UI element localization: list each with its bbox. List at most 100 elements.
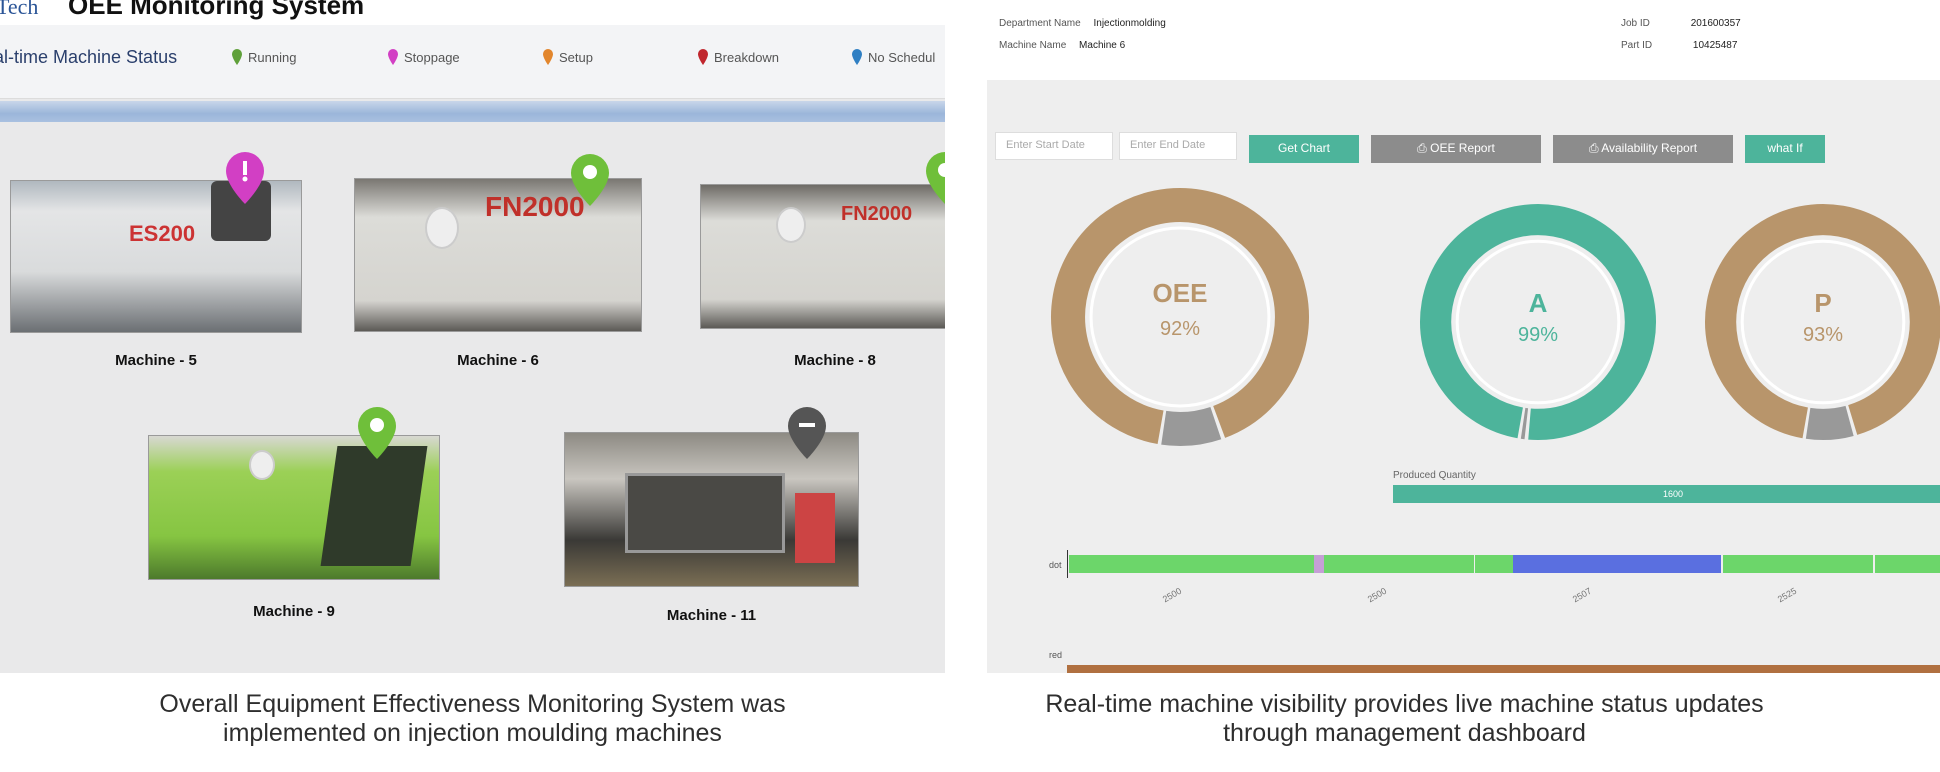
part-value: 10425487: [1692, 40, 1738, 51]
secondary-timeline-bar: [1067, 665, 1940, 673]
oee-donut-ring: [1050, 187, 1310, 447]
oee-monitoring-screen: Tech OEE Monitoring System al-time Machi…: [0, 0, 945, 673]
stoppage-status-pin-icon: [226, 152, 264, 204]
legend-running: Running: [232, 49, 296, 65]
timeline-segment-stoppage: [1314, 555, 1324, 573]
management-dashboard: Department Name Injectionmolding Machine…: [987, 0, 1940, 673]
right-caption-line2: through management dashboard: [1223, 719, 1586, 747]
machine-info: Machine Name Machine 6: [999, 40, 1125, 51]
machine-name-value: Machine 6: [1079, 40, 1126, 51]
machine-gauge: [425, 207, 459, 249]
oee-report-label: OEE Report: [1430, 141, 1495, 155]
start-date-input[interactable]: Enter Start Date: [995, 132, 1113, 160]
timeline-tick-label: 2500: [1365, 585, 1389, 605]
get-chart-button[interactable]: Get Chart: [1249, 135, 1359, 163]
machine-label: Machine - 5: [115, 352, 197, 369]
machine-gauge: [249, 450, 275, 480]
donut-inner-ring: [1740, 239, 1906, 405]
machine-label: Machine - 6: [457, 352, 539, 369]
no-schedule-status-pin-icon: [788, 407, 826, 459]
job-value: 201600357: [1690, 18, 1741, 29]
header-divider-band: [0, 101, 945, 122]
machine-label: Machine - 11: [666, 607, 757, 624]
produced-quantity-label: Produced Quantity: [1393, 470, 1476, 481]
timeline-segment-running: [1069, 555, 1314, 573]
availability-report-button[interactable]: ⎙ Availability Report: [1553, 135, 1733, 163]
left-caption: Overall Equipment Effectiveness Monitori…: [100, 690, 845, 748]
running-status-pin-icon: [571, 154, 609, 206]
machine-brand: ES200: [129, 221, 196, 246]
print-icon: ⎙: [1588, 141, 1602, 155]
produced-quantity-bar: 1600: [1393, 485, 1940, 503]
right-caption-line1: Real-time machine visibility provides li…: [1045, 690, 1764, 718]
department-value: Injectionmolding: [1093, 18, 1166, 29]
running-pin-icon: [232, 49, 242, 65]
app-header: Tech OEE Monitoring System: [0, 0, 945, 25]
timeline-tick-label: 2507: [1570, 585, 1594, 605]
donut-value: 92%: [1159, 318, 1201, 340]
availability-donut: A 99%: [1418, 202, 1658, 442]
company-logo: Tech: [0, 0, 39, 19]
left-caption-line1: Overall Equipment Effectiveness Monitori…: [159, 690, 786, 718]
machine-label: Machine - 9: [253, 603, 335, 620]
donut-value-arc: [1419, 203, 1657, 441]
timeline-bottom-label: red: [1049, 650, 1063, 660]
timeline-row-label: dot: [1049, 560, 1062, 570]
composite-screenshot: Tech OEE Monitoring System al-time Machi…: [0, 0, 1940, 772]
donut-value-arc: [1050, 187, 1310, 447]
timeline-segment-running: [1875, 555, 1940, 573]
donut-label: OEE: [1152, 278, 1208, 308]
performance-donut: P 93%: [1703, 202, 1940, 442]
legend-stoppage: Stoppage: [388, 49, 460, 65]
donut-value: 99%: [1517, 324, 1559, 346]
right-caption: Real-time machine visibility provides li…: [987, 690, 1822, 748]
legend-label: Breakdown: [714, 49, 780, 65]
status-label: al-time Machine Status: [0, 47, 178, 67]
donut-inner-ring: [1089, 226, 1271, 408]
timeline-tick-label: 2525: [1775, 585, 1799, 605]
donut-value: 93%: [1802, 324, 1844, 346]
department-info: Department Name Injectionmolding: [999, 18, 1166, 29]
machine-door: [320, 446, 428, 566]
oee-report-button[interactable]: ⎙ OEE Report: [1371, 135, 1541, 163]
availability-donut-ring: [1419, 203, 1657, 441]
status-bar: al-time Machine Status Running Stoppage …: [0, 25, 945, 99]
legend-setup: Setup: [543, 49, 593, 65]
availability-report-label: Availability Report: [1601, 141, 1698, 155]
timeline-segment-running: [1475, 555, 1513, 573]
print-icon: ⎙: [1417, 141, 1431, 155]
no-schedule-pin-icon: [852, 49, 862, 65]
machine-mold: [625, 473, 785, 553]
part-label: Part ID: [1621, 40, 1653, 51]
timeline-segment-running: [1723, 555, 1873, 573]
machine-name-label: Machine Name: [999, 40, 1067, 51]
stoppage-pin-icon: [388, 49, 398, 65]
job-info: Job ID 201600357: [1621, 18, 1741, 29]
legend-label: Stoppage: [404, 49, 460, 65]
timeline-tick-label: 2500: [1160, 585, 1184, 605]
left-caption-line2: implemented on injection moulding machin…: [223, 719, 722, 747]
machine-brand: FN2000: [841, 203, 913, 225]
donut-label: A: [1528, 288, 1548, 318]
legend-breakdown: Breakdown: [698, 49, 779, 65]
running-status-pin-icon: [358, 407, 396, 459]
job-label: Job ID: [1621, 18, 1650, 29]
status-timeline[interactable]: [1067, 550, 1940, 580]
machine-gauge: [776, 207, 806, 243]
timeline-axis: [1067, 550, 1068, 578]
machine-label: Machine - 8: [794, 352, 876, 369]
legend-no-schedule: No Schedul: [852, 49, 935, 65]
page-title: OEE Monitoring System: [68, 0, 365, 20]
job-info-header: Department Name Injectionmolding Machine…: [987, 0, 1940, 80]
donut-inner-ring: [1455, 239, 1621, 405]
department-label: Department Name: [999, 18, 1081, 29]
part-info: Part ID 10425487: [1621, 40, 1737, 51]
timeline-segment-setup: [1513, 555, 1721, 573]
what-if-button[interactable]: what If: [1745, 135, 1825, 163]
end-date-input[interactable]: Enter End Date: [1119, 132, 1237, 160]
machine-photo: [148, 435, 440, 580]
legend-label: No Schedul: [868, 49, 936, 65]
machine-brand: FN2000: [485, 191, 585, 222]
breakdown-pin-icon: [698, 49, 708, 65]
legend-label: Running: [248, 49, 297, 65]
